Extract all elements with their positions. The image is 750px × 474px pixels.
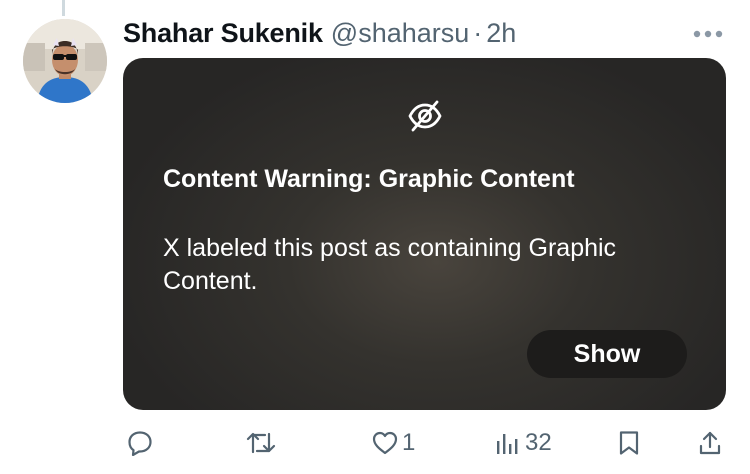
- heart-icon: [371, 430, 399, 456]
- repost-button[interactable]: [246, 426, 279, 460]
- content-warning-card: Content Warning: Graphic Content X label…: [123, 58, 726, 410]
- post-timestamp[interactable]: 2h: [486, 18, 516, 49]
- views-button[interactable]: 32: [495, 426, 552, 460]
- bookmark-icon: [618, 430, 640, 456]
- more-horizontal-icon: [693, 25, 723, 43]
- repost-icon: [246, 430, 276, 456]
- reply-button[interactable]: [127, 426, 156, 460]
- avatar[interactable]: [23, 19, 107, 103]
- reply-icon: [127, 430, 153, 456]
- share-button[interactable]: [698, 426, 722, 460]
- author-display-name[interactable]: Shahar Sukenik: [123, 18, 323, 49]
- bookmark-button[interactable]: [618, 426, 640, 460]
- header-separator: ·: [473, 17, 483, 48]
- show-content-button[interactable]: Show: [527, 330, 687, 378]
- thread-connector-line: [62, 0, 65, 16]
- content-warning-title: Content Warning: Graphic Content: [163, 165, 575, 193]
- like-count: 1: [402, 429, 416, 456]
- author-handle[interactable]: @shaharsu: [331, 18, 469, 49]
- view-count: 32: [525, 429, 552, 456]
- eye-off-icon: [407, 98, 443, 134]
- share-icon: [698, 430, 722, 456]
- more-options-button[interactable]: [690, 22, 726, 46]
- views-chart-icon: [495, 431, 519, 455]
- content-warning-description: X labeled this post as containing Graphi…: [163, 234, 617, 295]
- avatar-image: [23, 19, 107, 103]
- like-button[interactable]: 1: [371, 426, 415, 460]
- post-header: Shahar Sukenik @shaharsu · 2h: [123, 16, 516, 50]
